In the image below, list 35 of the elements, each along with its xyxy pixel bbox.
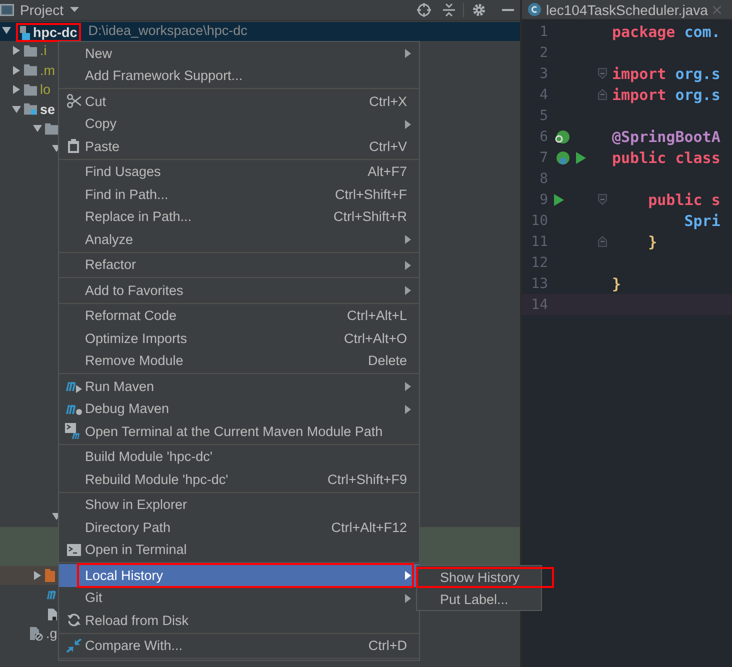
- shortcut-text: Delete: [368, 353, 407, 368]
- shortcut-text: Ctrl+Shift+R: [333, 209, 407, 224]
- code-line: import org.s: [612, 86, 720, 104]
- line-number: 6: [538, 128, 548, 144]
- line-number: 4: [538, 86, 548, 102]
- shortcut-text: Ctrl+Shift+F: [334, 186, 407, 202]
- code-line: package com.: [612, 22, 720, 40]
- line-number: 5: [538, 108, 548, 124]
- line-number: 8: [538, 170, 548, 186]
- line-number: 12: [530, 254, 548, 270]
- path-text: D:\idea_workspace\hpc-dc: [88, 23, 248, 38]
- code-line: public s: [647, 190, 720, 208]
- line-number: 7: [538, 150, 548, 166]
- shortcut-text: Alt+F7: [368, 164, 407, 180]
- line-number: 2: [538, 44, 548, 60]
- line-number: 10: [530, 212, 548, 228]
- shortcut-text: Ctrl+Alt+F12: [331, 520, 407, 535]
- code-line: }: [612, 274, 622, 292]
- shortcut-text: Ctrl+Alt+O: [344, 330, 407, 346]
- shortcut-text: Ctrl+V: [369, 138, 407, 154]
- shortcut-text: Ctrl+Shift+F9: [327, 472, 407, 487]
- line-number: 9: [538, 192, 548, 208]
- shortcut-text: Ctrl+X: [369, 94, 407, 109]
- line-number: 14: [530, 296, 548, 312]
- shortcut-text: Ctrl+D: [368, 638, 407, 654]
- line-number: 11: [530, 234, 548, 250]
- line-number: 3: [538, 66, 548, 82]
- shortcut-text: Ctrl+Alt+L: [346, 308, 407, 324]
- code-line: }: [647, 232, 658, 250]
- code-line: @SpringBootA: [612, 128, 720, 146]
- code-line: public class: [612, 148, 720, 166]
- code-line: Spri: [683, 212, 720, 230]
- code-line: import org.s: [612, 64, 720, 82]
- line-number: 13: [530, 276, 548, 292]
- line-number: 1: [538, 24, 548, 40]
